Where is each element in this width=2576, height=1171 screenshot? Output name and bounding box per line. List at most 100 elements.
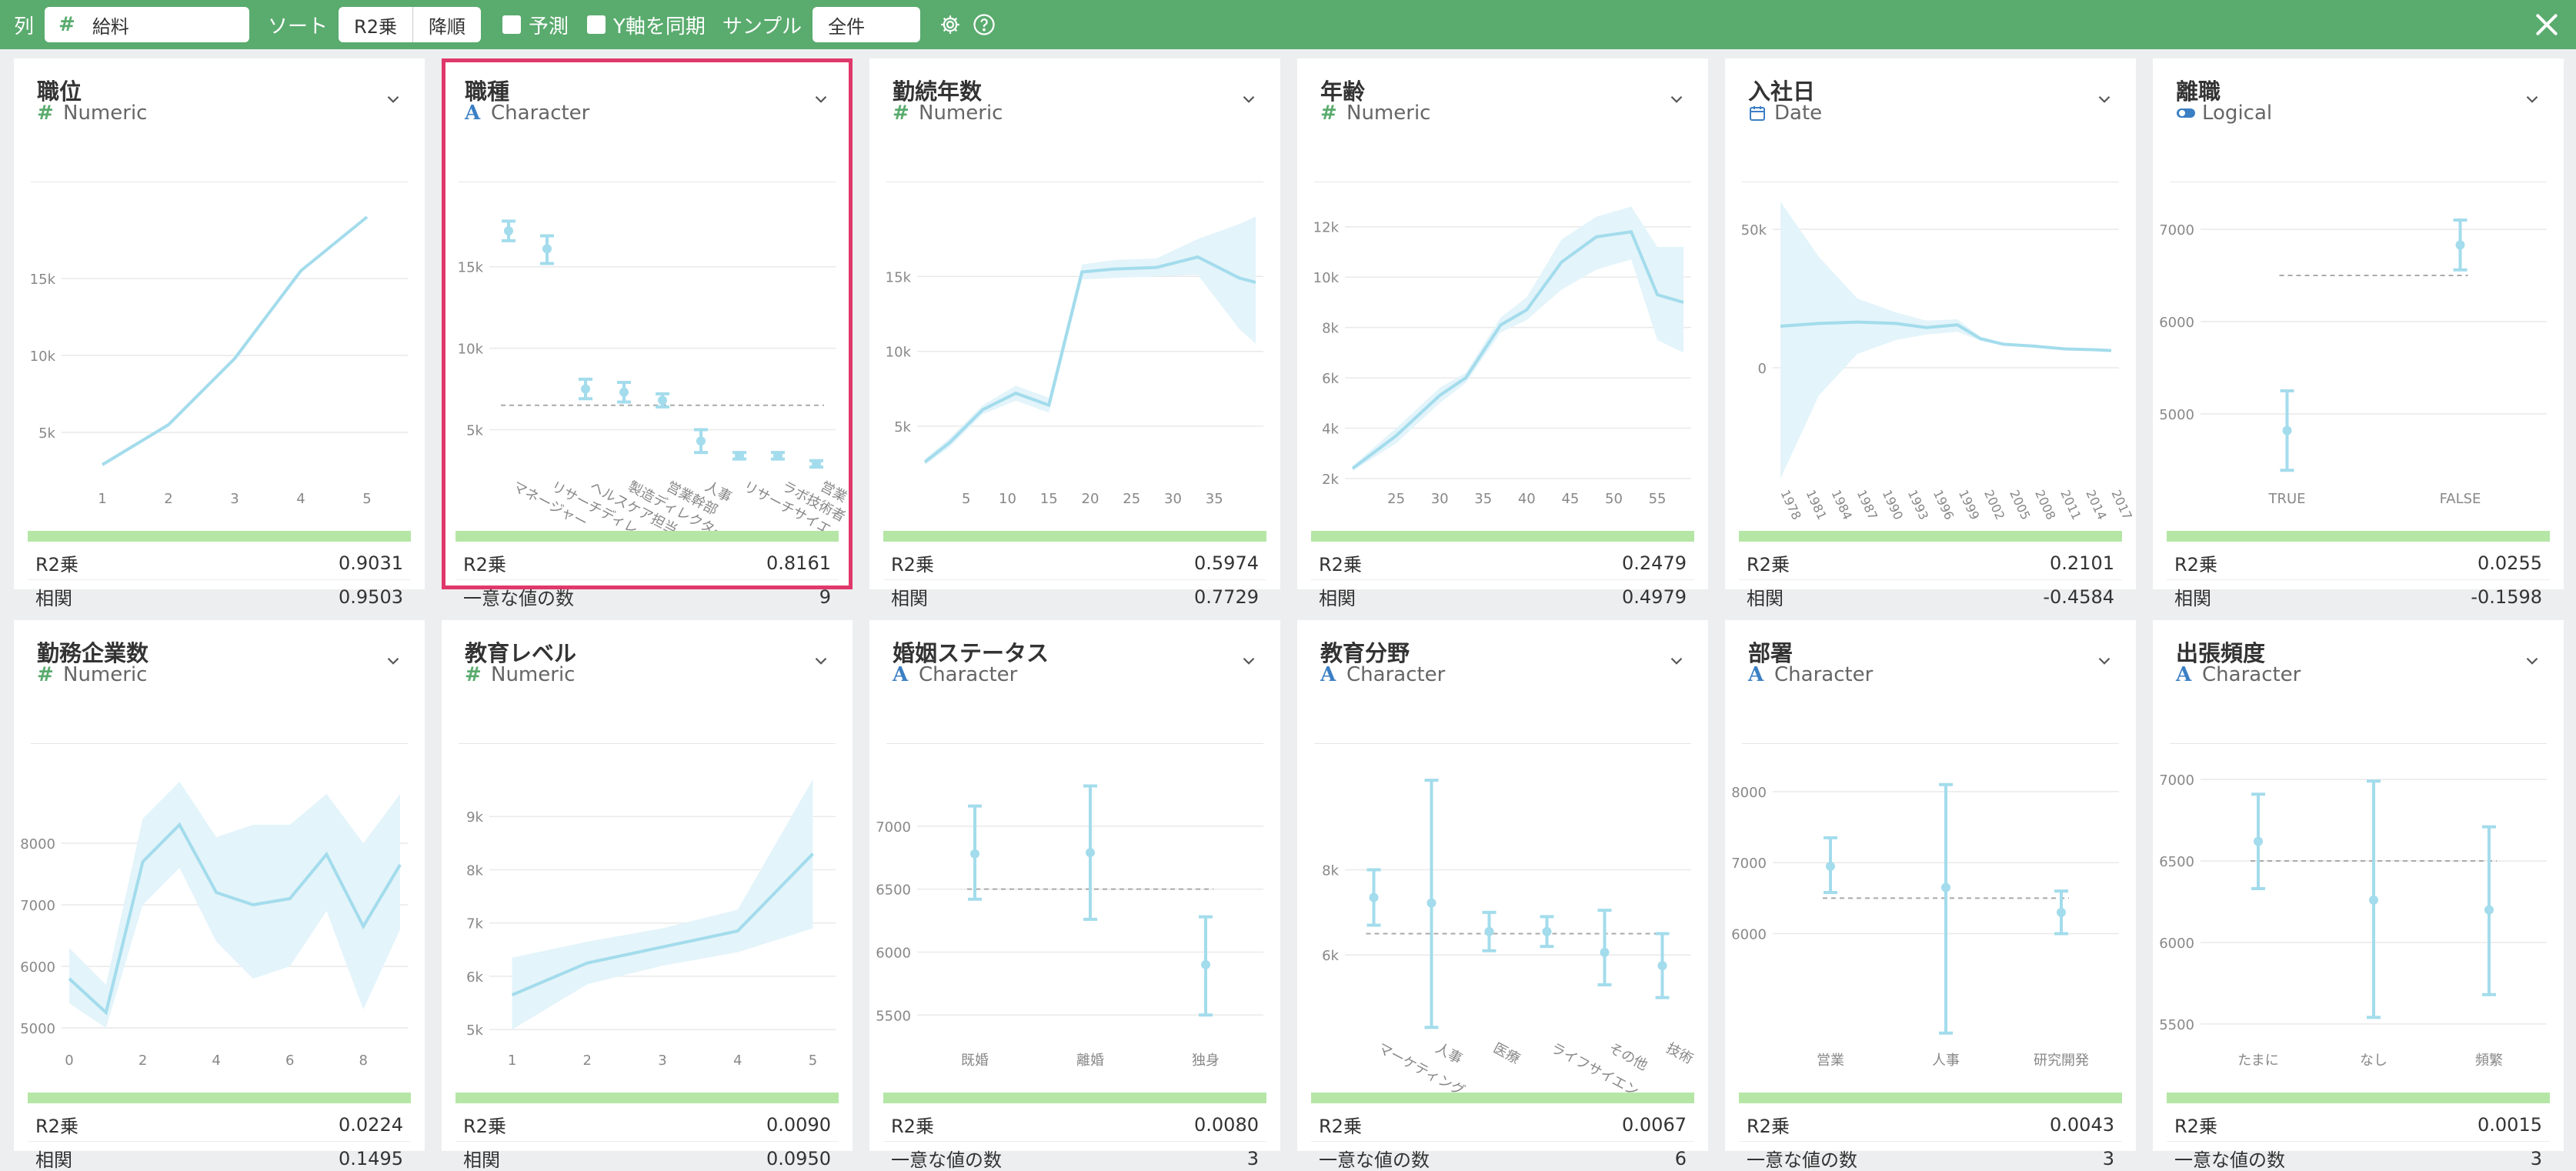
chevron-down-icon[interactable] <box>811 89 831 109</box>
column-card[interactable]: 婚姻ステータス A Character 5500 6000 6500 7000 既婚 離婚… <box>869 620 1280 1171</box>
column-card[interactable]: 年齢 # Numeric 2k 4k 6k 8k 10k 12k 25 30 35 40 45 50 5… <box>1297 58 1708 644</box>
sync-y-label: Y軸を同期 <box>613 15 706 38</box>
x-tick-label: 4 <box>296 491 305 507</box>
chevron-down-icon[interactable] <box>383 651 403 671</box>
column-card[interactable]: 部署 A Character 6000 7000 8000 営業 人事 研究開発 R2乗 … <box>1725 620 2136 1171</box>
x-tick-label: 30 <box>1164 491 1182 507</box>
column-card[interactable]: 出張頻度 A Character 5500 6000 6500 7000 たまに なし 頻繁… <box>2153 620 2564 1171</box>
chevron-down-icon[interactable] <box>1239 651 1259 671</box>
stat-label: R2乗 <box>1747 1116 1790 1137</box>
x-tick-label: 3 <box>658 1053 666 1069</box>
card-type-label: Date <box>1774 102 1823 125</box>
stat-label: 相関 <box>891 588 928 609</box>
x-tick-label: 2011 <box>2057 488 2084 522</box>
card-type: # Numeric <box>1320 102 1430 125</box>
column-select[interactable]: # 給料 <box>45 7 250 42</box>
x-tick-label: 0 <box>65 1053 73 1069</box>
gear-icon[interactable] <box>937 12 963 38</box>
stat-label: R2乗 <box>1319 1116 1362 1137</box>
y-tick-label: 15k <box>30 272 56 288</box>
card-type-label: Character <box>2202 663 2301 686</box>
x-tick-label: 5 <box>809 1053 817 1069</box>
column-card[interactable]: 勤務企業数 # Numeric 5000 6000 7000 8000 0 2 4 6 8 R2… <box>14 620 425 1171</box>
chevron-down-icon[interactable] <box>2094 89 2114 109</box>
stat-value: 0.4979 <box>1622 586 1687 608</box>
stat-row: 相関 -0.4584 <box>1739 580 2122 614</box>
toggle-icon <box>2176 106 2202 120</box>
stat-label: 相関 <box>35 1149 72 1171</box>
chevron-down-icon[interactable] <box>1667 651 1687 671</box>
chevron-down-icon[interactable] <box>2094 651 2114 671</box>
hash-icon: # <box>893 102 909 125</box>
r2-bar <box>455 1093 839 1103</box>
y-tick-label: 6000 <box>1731 927 1767 943</box>
close-icon[interactable] <box>2531 9 2562 40</box>
stat-label: R2乗 <box>35 554 78 575</box>
sort-order-button[interactable]: 降順 <box>412 7 481 42</box>
y-tick-label: 0 <box>1758 361 1767 377</box>
column-card[interactable]: 勤続年数 # Numeric 5k 10k 15k 5 10 15 20 25 30 35 R2乗… <box>869 58 1280 644</box>
column-card[interactable]: 職位 # Numeric 5k 10k 15k 1 2 3 4 5 R2乗 0.9031 相関… <box>14 58 425 644</box>
sync-y-checkbox[interactable]: Y軸を同期 <box>587 11 706 39</box>
stat-row: 相関 0.0950 <box>455 1142 839 1171</box>
mean-point <box>1657 961 1667 971</box>
mean-point <box>1941 882 1950 892</box>
mean-point <box>1201 959 1210 969</box>
stat-row: R2乗 0.0067 <box>1311 1108 1694 1142</box>
x-tick-label: 4 <box>212 1053 220 1069</box>
card-type: # Numeric <box>893 102 1003 125</box>
predict-checkbox[interactable]: 予測 <box>502 11 569 39</box>
column-card[interactable]: 離職 Logical 5000 6000 7000 TRUE FALSE R2乗 0.0… <box>2153 58 2564 644</box>
y-tick-label: 8k <box>466 862 483 879</box>
category-label: 人事 <box>1433 1040 1465 1067</box>
mean-point <box>542 244 552 254</box>
column-card[interactable]: 職種 A Character 5k 10k 15k マネージャー リサーチディレ... ヘ… <box>442 58 853 644</box>
stats-table: R2乗 0.0090 相関 0.0950 P値 < 0.0001 <box>455 1108 839 1171</box>
confidence-band <box>925 216 1256 465</box>
category-label: その他 <box>1606 1040 1650 1074</box>
x-tick-label: 50 <box>1605 491 1623 507</box>
chevron-down-icon[interactable] <box>811 651 831 671</box>
category-label: 営業 <box>1817 1053 1844 1069</box>
stat-value: 0.0950 <box>766 1147 831 1169</box>
divider <box>2170 743 2547 744</box>
predict-checkbox-box[interactable] <box>502 15 521 34</box>
stat-row: 一意な値の数 3 <box>1739 1142 2122 1171</box>
stat-row: 一意な値の数 3 <box>883 1142 1266 1171</box>
stats-table: R2乗 0.0043 一意な値の数 3 P値 < 0.0001 <box>1739 1108 2122 1171</box>
column-card[interactable]: 教育分野 A Character 6k 8k マーケティング 人事 医療 ライフサイエン.… <box>1297 620 1708 1171</box>
card-type-label: Character <box>491 102 590 125</box>
stat-label: 相関 <box>1747 588 1784 609</box>
x-tick-label: 2 <box>164 491 172 507</box>
column-card[interactable]: 入社日 Date 0 50k 1978 1981 1984 1987 1990 1993 199… <box>1725 58 2136 644</box>
r2-bar <box>1311 1093 1694 1103</box>
y-tick-label: 8k <box>1322 321 1339 337</box>
card-type: # Numeric <box>465 663 575 686</box>
chevron-down-icon[interactable] <box>1667 89 1687 109</box>
chevron-down-icon[interactable] <box>2522 651 2542 671</box>
chevron-down-icon[interactable] <box>2522 89 2542 109</box>
column-chart: 5500 6000 6500 7000 たまに なし 頻繁 <box>2159 772 2547 1069</box>
sort-metric-select[interactable]: R2乗 <box>339 7 412 42</box>
column-label: 列 <box>14 15 35 38</box>
chevron-down-icon[interactable] <box>1239 89 1259 109</box>
column-card[interactable]: 教育レベル # Numeric 5k 6k 7k 8k 9k 1 2 3 4 5 R2乗 0.00… <box>442 620 853 1171</box>
stat-row: R2乗 0.9031 <box>28 546 411 580</box>
sample-select[interactable]: 全件 <box>813 7 921 42</box>
stat-row: 相関 -0.1598 <box>2167 580 2550 614</box>
stat-label: R2乗 <box>463 1116 506 1137</box>
y-tick-label: 7k <box>466 916 483 932</box>
y-tick-label: 10k <box>886 345 912 361</box>
column-chart: 2k 4k 6k 8k 10k 12k 25 30 35 40 45 50 55 <box>1313 206 1691 507</box>
stat-value: 0.0090 <box>766 1113 831 1136</box>
stat-label: 一意な値の数 <box>463 588 574 609</box>
x-tick-label: 2 <box>583 1053 592 1069</box>
x-tick-label: 35 <box>1206 491 1223 507</box>
r2-bar <box>2167 531 2550 542</box>
x-tick-label: 20 <box>1082 491 1099 507</box>
chevron-down-icon[interactable] <box>383 89 403 109</box>
sync-y-checkbox-box[interactable] <box>587 15 606 34</box>
y-tick-label: 9k <box>466 809 483 826</box>
help-icon[interactable] <box>971 12 997 38</box>
stat-row: R2乗 0.0255 <box>2167 546 2550 580</box>
